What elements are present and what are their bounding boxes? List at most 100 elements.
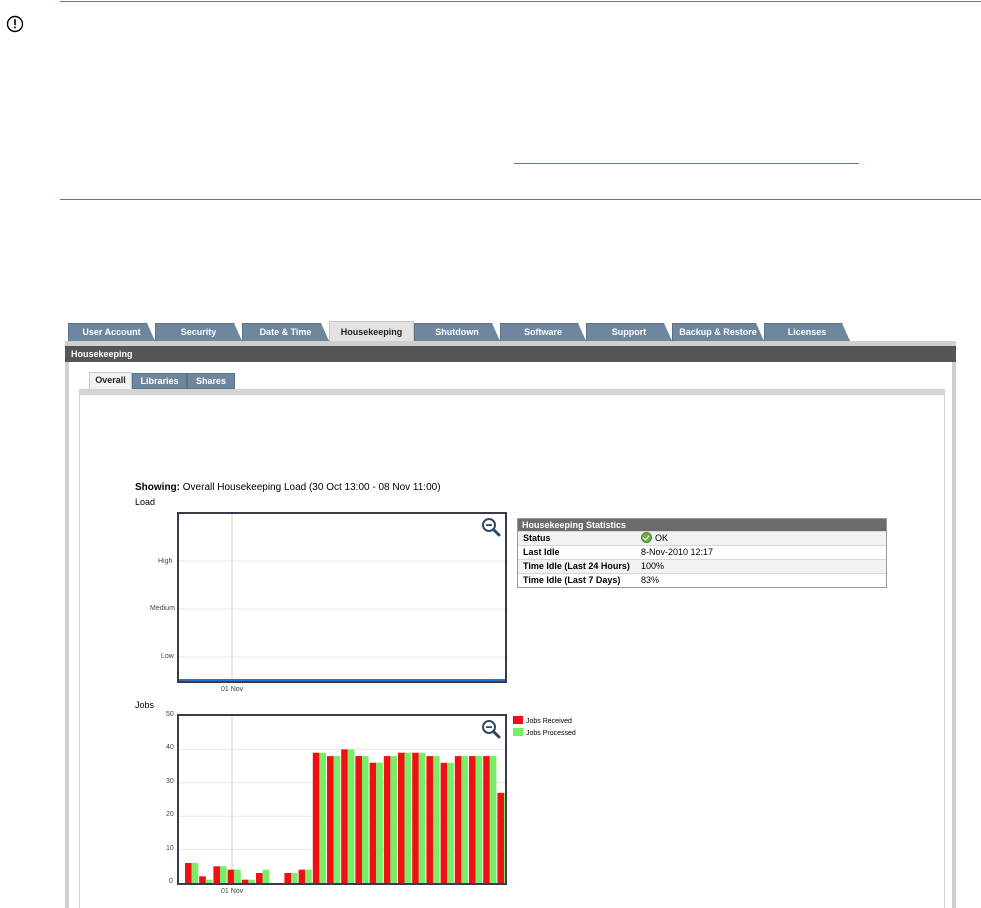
stats-row-idle-24h: Time Idle (Last 24 Hours) 100%: [518, 559, 886, 573]
bar-jobs-processed: [234, 869, 241, 883]
load-chart-plot: [179, 514, 505, 681]
note-link-underline[interactable]: [514, 163, 859, 164]
legend-label: Jobs Received: [526, 718, 572, 725]
ok-check-icon: [641, 532, 652, 543]
important-icon: [6, 15, 24, 33]
stats-title: Housekeeping Statistics: [518, 519, 886, 531]
bar-jobs-processed: [404, 752, 412, 883]
showing-text: Overall Housekeeping Load (30 Oct 13:00 …: [182, 482, 441, 493]
housekeeping-statistics: Housekeeping Statistics Status OK Last I…: [517, 518, 887, 588]
stats-value: 83%: [641, 575, 660, 585]
bar-jobs-received: [497, 792, 504, 883]
jobs-y-tick-20: 20: [166, 811, 174, 818]
bar-jobs-received: [199, 876, 206, 883]
bar-jobs-processed: [319, 752, 326, 883]
load-chart: [177, 512, 507, 683]
stats-row-status: Status OK: [518, 531, 886, 545]
bar-jobs-processed: [205, 879, 213, 883]
bar-jobs-processed: [447, 762, 454, 883]
showing-caption: Showing: Overall Housekeeping Load (30 O…: [135, 482, 441, 493]
jobs-y-tick-0: 0: [169, 878, 173, 885]
stats-value: 8-Nov-2010 12:17: [641, 547, 714, 557]
bar-jobs-processed: [191, 862, 199, 883]
tab-date-time[interactable]: Date & Time: [242, 323, 329, 341]
load-y-tick-high: High: [158, 558, 173, 565]
bar-jobs-received: [213, 866, 220, 883]
zoom-out-icon[interactable]: [481, 719, 501, 739]
bar-jobs-received: [284, 872, 291, 883]
jobs-chart-label: Jobs: [135, 700, 155, 710]
stats-key: Time Idle (Last 24 Hours): [523, 561, 630, 571]
jobs-y-tick-40: 40: [166, 744, 174, 751]
legend-swatch-processed: [513, 728, 523, 736]
stats-value: 100%: [641, 561, 665, 571]
bar-jobs-received: [426, 756, 433, 883]
status-value: OK: [655, 533, 669, 543]
tab-backup-restore[interactable]: Backup & Restore: [672, 323, 764, 341]
stats-row-last-idle: Last Idle 8-Nov-2010 12:17: [518, 545, 886, 559]
bar-jobs-processed: [262, 869, 270, 883]
jobs-y-tick-50: 50: [166, 711, 174, 718]
jobs-x-tick-01nov: 01 Nov: [221, 888, 244, 895]
bar-jobs-processed: [461, 756, 468, 883]
subtab-overall[interactable]: Overall: [89, 372, 132, 390]
tab-housekeeping[interactable]: Housekeeping: [329, 321, 414, 341]
bar-jobs-received: [355, 756, 362, 883]
bar-jobs-received: [412, 752, 419, 883]
stats-key: Status: [523, 533, 551, 543]
legend-label: Jobs Processed: [526, 730, 576, 737]
bar-jobs-received: [440, 762, 448, 883]
bar-jobs-received: [454, 756, 462, 883]
bar-jobs-processed: [347, 749, 355, 883]
bar-jobs-received: [483, 756, 490, 883]
bar-jobs-received: [241, 879, 249, 883]
load-y-tick-low: Low: [161, 653, 174, 660]
bar-jobs-received: [383, 756, 391, 883]
stats-key: Last Idle: [523, 547, 560, 557]
bar-jobs-processed: [475, 756, 483, 883]
bar-jobs-received: [369, 762, 377, 883]
load-x-tick-01nov: 01 Nov: [221, 686, 244, 693]
bar-jobs-processed: [220, 866, 227, 883]
bar-jobs-received: [298, 869, 306, 883]
bar-jobs-received: [398, 752, 405, 883]
bar-jobs-received: [312, 752, 320, 883]
subtab-libraries[interactable]: Libraries: [132, 373, 187, 389]
bar-jobs-processed: [390, 756, 397, 883]
load-chart-label: Load: [135, 497, 156, 507]
bar-jobs-received: [185, 862, 192, 883]
bar-jobs-processed: [418, 752, 426, 883]
bar-jobs-received: [341, 749, 348, 883]
tab-security[interactable]: Security: [155, 323, 242, 341]
bar-jobs-processed: [333, 756, 341, 883]
note-bottom-rule: [60, 199, 981, 200]
tab-shutdown[interactable]: Shutdown: [414, 323, 500, 341]
section-title: Housekeeping: [65, 346, 956, 362]
bar-jobs-processed: [305, 869, 312, 883]
bar-jobs-received: [256, 872, 263, 883]
tab-user-account[interactable]: User Account: [68, 323, 155, 341]
bar-jobs-processed: [291, 872, 298, 883]
tab-licenses[interactable]: Licenses: [764, 323, 850, 341]
jobs-y-tick-30: 30: [166, 778, 174, 785]
jobs-legend: Jobs Received Jobs Processed: [513, 716, 576, 740]
stats-row-idle-7d: Time Idle (Last 7 Days) 83%: [518, 573, 886, 587]
tab-support[interactable]: Support: [586, 323, 672, 341]
load-y-tick-medium: Medium: [150, 605, 175, 612]
legend-item-processed: Jobs Processed: [513, 728, 576, 739]
subtab-shares[interactable]: Shares: [187, 373, 235, 389]
bar-jobs-processed: [248, 879, 255, 883]
legend-swatch-received: [513, 716, 523, 724]
bar-jobs-received: [469, 756, 476, 883]
note-top-rule: [60, 1, 981, 2]
bar-jobs-processed: [489, 756, 497, 883]
bar-jobs-processed: [433, 756, 440, 883]
stats-key: Time Idle (Last 7 Days): [523, 575, 621, 585]
jobs-chart-plot: [179, 716, 505, 883]
legend-item-received: Jobs Received: [513, 716, 576, 727]
zoom-out-icon[interactable]: [481, 517, 501, 537]
showing-label: Showing:: [135, 482, 180, 493]
tab-software[interactable]: Software: [500, 323, 586, 341]
jobs-chart: [177, 714, 507, 885]
jobs-y-tick-10: 10: [166, 845, 174, 852]
